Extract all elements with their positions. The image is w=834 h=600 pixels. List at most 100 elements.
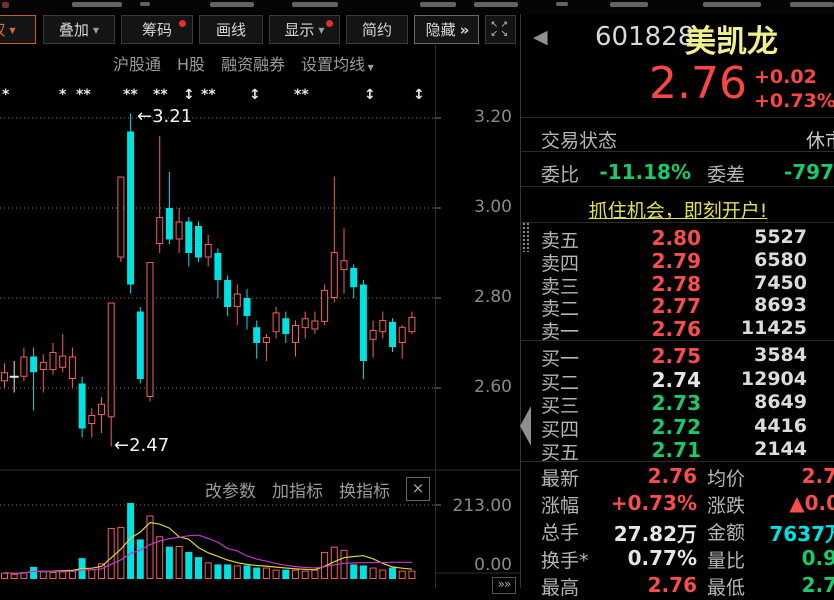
candle-up <box>69 357 75 379</box>
stock-name: 美凯龙 <box>685 16 778 61</box>
volume-bar <box>341 550 347 578</box>
stat-value: 27.82万 <box>577 518 697 547</box>
volume-bar <box>224 564 231 579</box>
indicator-pane-button-1[interactable]: 加指标 <box>272 477 323 499</box>
stat-value: ▲0.0 <box>700 491 834 515</box>
toolbar-button-4[interactable]: 显示▼ <box>269 15 340 44</box>
buy-order-row-1[interactable]: 买一2.753584 <box>521 344 834 368</box>
panel-collapse-arrow-icon[interactable] <box>520 406 531 446</box>
volume-bar <box>166 547 173 579</box>
candle-up <box>302 319 308 328</box>
weibi-row: 委比 -11.18% 委差 -797 <box>521 160 834 186</box>
volume-bar <box>312 570 318 578</box>
double-arrow-icon: » <box>460 21 468 39</box>
close-indicator-icon[interactable]: × <box>406 477 430 501</box>
weicha-label: 委差 <box>707 160 745 187</box>
volume-bar <box>50 573 56 579</box>
candle-down <box>389 322 396 347</box>
volume-bar <box>370 568 376 578</box>
back-arrow-icon[interactable]: ◀ <box>533 26 548 48</box>
volume-bar <box>11 574 17 578</box>
volume-bar <box>30 567 37 579</box>
divider <box>521 340 834 341</box>
open-account-ad-link[interactable]: 抓住机会，即刻开户! <box>521 196 834 223</box>
expand-button[interactable]: ↖↗↙↘ <box>485 15 516 44</box>
stat-label: 最高 <box>541 573 579 600</box>
candle-down <box>185 222 192 254</box>
toolbar-button-2[interactable]: 筹码 <box>121 15 193 44</box>
notification-dot-icon <box>326 20 333 27</box>
clipped-menu-text-fragment <box>140 2 150 6</box>
volume-bar <box>360 565 367 579</box>
clipped-menu-text-fragment <box>210 2 254 7</box>
event-marker-icon: ** <box>76 87 91 103</box>
buy-order-row-5[interactable]: 买五2.712144 <box>521 438 834 462</box>
order-volume: 6580 <box>711 249 807 271</box>
event-marker-icon: ** <box>294 87 309 103</box>
trade-status-value: 休市 <box>806 126 834 153</box>
volume-bar <box>273 570 279 578</box>
stat-label: 总手 <box>541 518 579 545</box>
toolbar-button-1[interactable]: 叠加▼ <box>43 15 115 44</box>
candle-down <box>244 298 251 316</box>
order-price: 2.78 <box>611 272 701 296</box>
toolbar-button-5[interactable]: 简约 <box>346 15 408 44</box>
stats-row-4: 最高2.76最低2.7 <box>521 573 834 600</box>
candle-down <box>224 280 231 307</box>
indicator-pane-button-0[interactable]: 改参数 <box>205 477 256 499</box>
volume-bar <box>205 563 211 579</box>
order-volume: 3584 <box>711 344 807 366</box>
candle-up <box>293 326 299 343</box>
price-annotation: ←2.47 <box>114 435 169 456</box>
toolbar-button-6[interactable]: 隐藏» <box>414 15 479 44</box>
event-marker-icon: ↕ <box>183 87 195 103</box>
buy-order-row-4[interactable]: 买四2.724416 <box>521 415 834 439</box>
candle-up <box>147 263 153 397</box>
sell-order-row-1[interactable]: 卖五2.805527 <box>521 226 834 249</box>
order-price: 2.75 <box>611 344 701 368</box>
chevron-down-icon: ▼ <box>318 26 324 35</box>
event-marker-icon: ↕ <box>364 87 376 103</box>
sell-order-row-5[interactable]: 卖一2.7611425 <box>521 317 834 340</box>
panel-resize-grip[interactable] <box>522 222 529 252</box>
volume-bar <box>195 557 202 579</box>
indicator-pane-button-2[interactable]: 换指标 <box>339 477 390 499</box>
stat-value: 0.77% <box>577 546 697 570</box>
stat-label: 最新 <box>541 464 579 491</box>
clipped-menu-text-fragment <box>556 2 568 6</box>
clipped-menu-text-fragment <box>790 2 834 7</box>
more-panes-icon[interactable]: »» <box>492 577 516 594</box>
sell-order-row-2[interactable]: 卖四2.796580 <box>521 249 834 272</box>
volume-bar <box>380 570 386 578</box>
order-price: 2.74 <box>611 368 701 392</box>
sell-order-row-4[interactable]: 卖二2.778693 <box>521 294 834 317</box>
stat-value: 2.7 <box>697 464 834 488</box>
buy-order-row-3[interactable]: 买三2.738649 <box>521 391 834 415</box>
candle-down <box>79 384 86 429</box>
event-marker-icon: ↕ <box>249 87 261 103</box>
order-volume: 8649 <box>711 391 807 413</box>
event-marker-icon: * <box>2 87 10 103</box>
sell-order-row-3[interactable]: 卖三2.787450 <box>521 272 834 295</box>
order-price: 2.77 <box>611 294 701 318</box>
divider <box>521 186 834 187</box>
stats-row-2: 总手27.82万金额7637万 <box>521 518 834 545</box>
candle-up <box>322 290 328 321</box>
kline-chart[interactable]: ********↕**↕**↕↕←3.21←2.47 <box>0 45 520 588</box>
chevron-down-icon: ▼ <box>93 26 99 35</box>
toolbar-button-3[interactable]: 画线 <box>199 15 263 44</box>
order-price: 2.72 <box>611 415 701 439</box>
weibi-value: -11.18% <box>581 160 691 184</box>
stats-row-0: 最新2.76均价2.7 <box>521 464 834 491</box>
candle-up <box>331 253 337 298</box>
clipped-menu-text-fragment <box>474 2 518 7</box>
stat-value: 7637万 <box>705 518 834 547</box>
candle-down <box>30 357 37 373</box>
buy-order-row-2[interactable]: 买二2.7412904 <box>521 368 834 392</box>
volume-bar <box>108 528 114 578</box>
stat-value: 2.7 <box>697 573 834 597</box>
last-price: 2.76 <box>601 58 747 109</box>
adjust-rights-button[interactable]: 权▼ <box>0 15 36 44</box>
chevron-down-icon: ▼ <box>9 26 15 35</box>
candle-down <box>253 327 260 343</box>
